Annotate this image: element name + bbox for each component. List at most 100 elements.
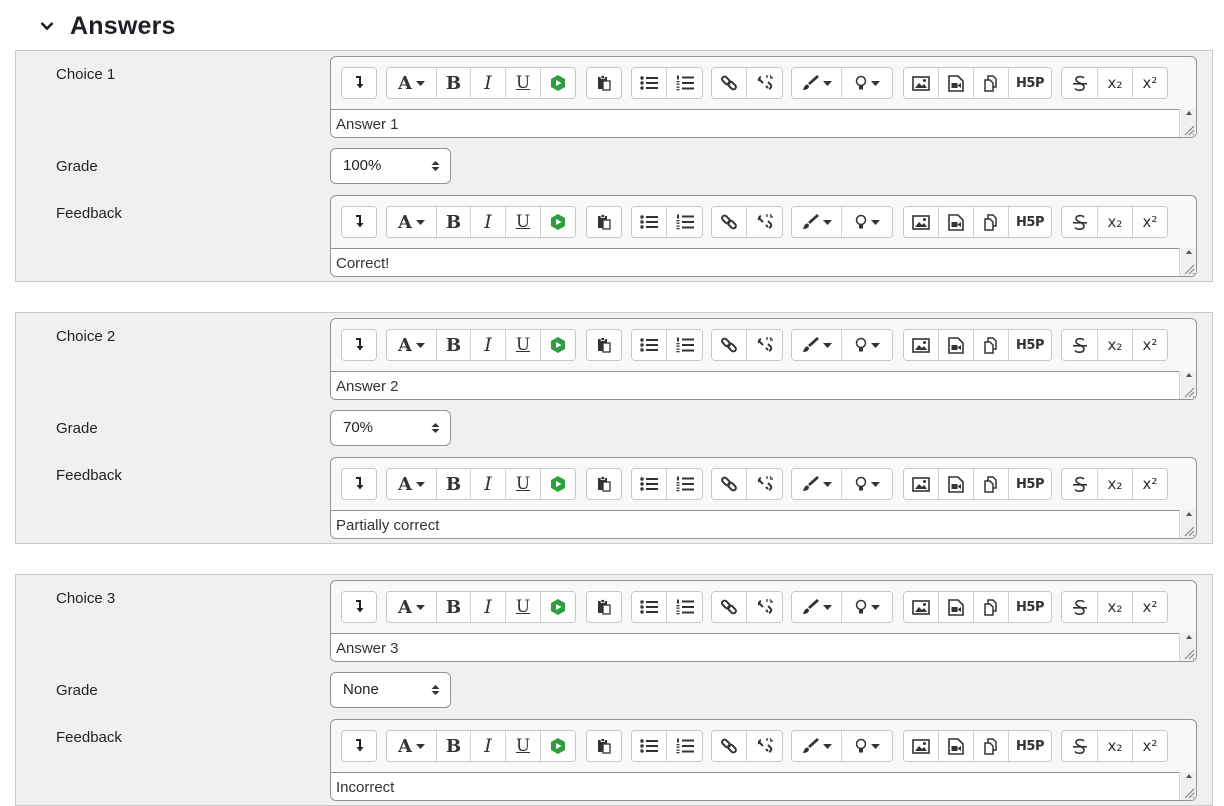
underline-button[interactable]: U [506,68,541,98]
subscript-button[interactable]: x₂ [1098,469,1133,499]
text-color-button[interactable] [792,469,842,499]
chevron-down-icon[interactable] [36,15,58,37]
ordered-list-button[interactable] [667,207,702,237]
subscript-button[interactable]: x₂ [1098,592,1133,622]
subscript-button[interactable]: x₂ [1098,731,1133,761]
answer-editor[interactable]: A B I U [330,318,1197,400]
bold-button[interactable]: B [437,469,471,499]
subscript-button[interactable]: x₂ [1098,330,1133,360]
manage-files-button[interactable] [974,469,1009,499]
editor-text-area[interactable]: Answer 3 [331,633,1196,661]
feedback-editor[interactable]: A B I U [330,719,1197,801]
h5p-button[interactable]: H5P [1009,68,1051,98]
insert-image-button[interactable] [904,68,939,98]
editor-resize-handle[interactable] [1179,510,1196,538]
ordered-list-button[interactable] [667,330,702,360]
media-plugin-button[interactable] [541,592,575,622]
grade-select[interactable]: 70% [330,410,451,446]
grade-select[interactable]: None [330,672,451,708]
show-more-buttons[interactable] [342,469,376,499]
bold-button[interactable]: B [437,592,471,622]
underline-button[interactable]: U [506,469,541,499]
answer-editor[interactable]: A B I U [330,56,1197,138]
paste-button[interactable] [587,469,621,499]
accessibility-button[interactable] [842,330,892,360]
h5p-button[interactable]: H5P [1009,469,1051,499]
unlink-button[interactable] [747,469,782,499]
media-plugin-button[interactable] [541,330,575,360]
manage-files-button[interactable] [974,731,1009,761]
manage-files-button[interactable] [974,592,1009,622]
insert-media-button[interactable] [939,592,974,622]
superscript-button[interactable]: x² [1133,68,1167,98]
subscript-button[interactable]: x₂ [1098,68,1133,98]
link-button[interactable] [712,731,747,761]
unordered-list-button[interactable] [632,469,667,499]
media-plugin-button[interactable] [541,469,575,499]
h5p-button[interactable]: H5P [1009,731,1051,761]
font-style-button[interactable]: A [387,592,437,622]
text-color-button[interactable] [792,207,842,237]
editor-resize-handle[interactable] [1179,248,1196,276]
underline-button[interactable]: U [506,592,541,622]
text-color-button[interactable] [792,68,842,98]
superscript-button[interactable]: x² [1133,330,1167,360]
insert-image-button[interactable] [904,469,939,499]
accessibility-button[interactable] [842,731,892,761]
insert-media-button[interactable] [939,469,974,499]
editor-text-area[interactable]: Incorrect [331,772,1196,800]
text-color-button[interactable] [792,330,842,360]
strikethrough-button[interactable] [1062,469,1098,499]
text-color-button[interactable] [792,592,842,622]
link-button[interactable] [712,592,747,622]
accessibility-button[interactable] [842,469,892,499]
font-style-button[interactable]: A [387,330,437,360]
show-more-buttons[interactable] [342,330,376,360]
strikethrough-button[interactable] [1062,592,1098,622]
insert-image-button[interactable] [904,207,939,237]
unordered-list-button[interactable] [632,330,667,360]
unordered-list-button[interactable] [632,592,667,622]
answers-header[interactable]: Answers [36,8,176,44]
unlink-button[interactable] [747,330,782,360]
ordered-list-button[interactable] [667,731,702,761]
subscript-button[interactable]: x₂ [1098,207,1133,237]
font-style-button[interactable]: A [387,469,437,499]
insert-media-button[interactable] [939,68,974,98]
superscript-button[interactable]: x² [1133,469,1167,499]
strikethrough-button[interactable] [1062,330,1098,360]
media-plugin-button[interactable] [541,207,575,237]
unlink-button[interactable] [747,207,782,237]
accessibility-button[interactable] [842,207,892,237]
text-color-button[interactable] [792,731,842,761]
editor-text-area[interactable]: Answer 2 [331,371,1196,399]
strikethrough-button[interactable] [1062,731,1098,761]
insert-media-button[interactable] [939,207,974,237]
insert-media-button[interactable] [939,330,974,360]
unlink-button[interactable] [747,731,782,761]
italic-button[interactable]: I [471,469,506,499]
show-more-buttons[interactable] [342,68,376,98]
bold-button[interactable]: B [437,68,471,98]
h5p-button[interactable]: H5P [1009,207,1051,237]
superscript-button[interactable]: x² [1133,731,1167,761]
editor-resize-handle[interactable] [1179,633,1196,661]
feedback-editor[interactable]: A B I U [330,195,1197,277]
bold-button[interactable]: B [437,207,471,237]
font-style-button[interactable]: A [387,68,437,98]
paste-button[interactable] [587,330,621,360]
editor-resize-handle[interactable] [1179,371,1196,399]
accessibility-button[interactable] [842,592,892,622]
underline-button[interactable]: U [506,731,541,761]
strikethrough-button[interactable] [1062,207,1098,237]
font-style-button[interactable]: A [387,207,437,237]
strikethrough-button[interactable] [1062,68,1098,98]
insert-image-button[interactable] [904,330,939,360]
link-button[interactable] [712,207,747,237]
insert-media-button[interactable] [939,731,974,761]
ordered-list-button[interactable] [667,469,702,499]
italic-button[interactable]: I [471,592,506,622]
insert-image-button[interactable] [904,731,939,761]
editor-resize-handle[interactable] [1179,109,1196,137]
insert-image-button[interactable] [904,592,939,622]
